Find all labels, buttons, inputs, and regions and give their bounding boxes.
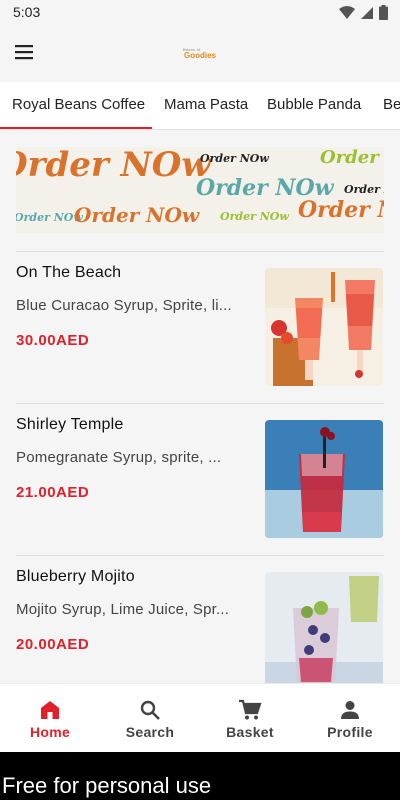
product-name: Blueberry Mojito (16, 568, 135, 585)
menu-button[interactable] (12, 40, 36, 64)
tab-bubble-panda[interactable]: Bubble Panda (267, 96, 361, 113)
nav-search[interactable]: Search (100, 684, 200, 752)
product-card[interactable]: Shirley Temple Pomegranate Syrup, sprite… (0, 404, 400, 554)
wifi-icon (339, 5, 355, 19)
app-screen: 5:03 Beans of Goodies Royal Beans Coffee… (0, 0, 400, 752)
nav-label: Home (29, 724, 71, 740)
banner-text: Order NOw (298, 197, 384, 223)
product-description: Mojito Syrup, Lime Juice, Spr... (16, 601, 230, 618)
nav-label: Search (125, 724, 175, 740)
banner-text-small: Order NOw (16, 211, 83, 224)
battery-icon (379, 5, 388, 20)
logo-wordmark: Goodies (184, 51, 217, 60)
tab-more[interactable]: Be (383, 96, 400, 113)
product-price: 20.00AED (16, 636, 90, 653)
banner-text-small: Order NOw (200, 152, 269, 165)
basket-icon (239, 699, 262, 720)
cocktail-image (265, 420, 383, 538)
nav-profile[interactable]: Profile (300, 684, 400, 752)
profile-icon (341, 701, 359, 719)
cocktail-image (265, 572, 383, 690)
product-description: Blue Curacao Syrup, Sprite, li... (16, 297, 232, 314)
banner-text: Order NOw (320, 147, 384, 168)
tab-royal-beans-coffee[interactable]: Royal Beans Coffee (12, 96, 145, 113)
watermark-text: Free for personal use (2, 773, 212, 798)
tab-mama-pasta[interactable]: Mama Pasta (164, 96, 248, 113)
app-logo: Beans of Goodies (181, 47, 219, 61)
status-time: 5:03 (13, 4, 41, 20)
banner-text: Order NOw (16, 147, 211, 185)
watermark-bar: Free for personal use (0, 752, 400, 800)
product-name: Shirley Temple (16, 416, 124, 433)
status-bar: 5:03 (0, 0, 400, 26)
hamburger-menu-icon (15, 45, 33, 60)
product-card[interactable]: On The Beach Blue Curacao Syrup, Sprite,… (0, 252, 400, 402)
banner-text-small: Order NOw (220, 210, 289, 223)
restaurant-tabs: Royal Beans Coffee Mama Pasta Bubble Pan… (0, 82, 400, 130)
active-tab-indicator (0, 127, 152, 129)
bottom-navigation: Home Search Basket Profile (0, 683, 400, 752)
banner-text: Order NOw (74, 203, 200, 227)
search-icon (140, 700, 160, 720)
banner-text-small: Order NOw (344, 183, 384, 196)
product-name: On The Beach (16, 264, 122, 281)
nav-basket[interactable]: Basket (200, 684, 300, 752)
nav-home[interactable]: Home (0, 684, 100, 752)
app-bar: Beans of Goodies (0, 26, 400, 82)
status-icons (339, 5, 388, 20)
cocktail-image (265, 268, 383, 386)
home-icon (41, 701, 59, 719)
nav-label: Profile (327, 724, 373, 740)
product-description: Pomegranate Syrup, sprite, ... (16, 449, 222, 466)
product-price: 21.00AED (16, 484, 90, 501)
product-price: 30.00AED (16, 332, 90, 349)
signal-icon (361, 6, 373, 19)
nav-label: Basket (226, 724, 274, 740)
promo-banner[interactable]: Order NOw Order NOw Order NOw Order NOw … (16, 147, 384, 233)
